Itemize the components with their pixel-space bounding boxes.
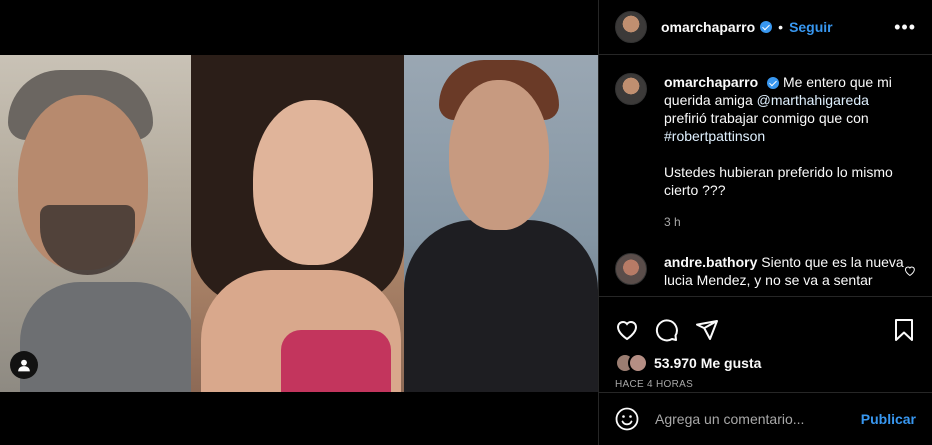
liker-avatar — [628, 353, 648, 373]
follow-button[interactable]: Seguir — [789, 19, 833, 35]
post-timestamp[interactable]: HACE 4 HORAS — [599, 379, 932, 390]
comment-input[interactable] — [655, 411, 861, 427]
likes-row[interactable]: 53.970 Me gusta — [599, 352, 932, 374]
photo-panel-3 — [404, 55, 598, 392]
commenter-avatar[interactable] — [615, 253, 647, 285]
photo-panel-2 — [191, 55, 404, 392]
comment-row: andre.bathory Siento que es la nueva luc… — [615, 253, 916, 289]
post-image[interactable] — [0, 55, 598, 392]
action-bar — [599, 297, 932, 349]
caption-text-3: Ustedes hubieran preferido lo mismo cier… — [664, 164, 893, 198]
photo-3-face — [449, 80, 549, 230]
photo-2-face — [253, 100, 373, 265]
photo-2-dress — [281, 330, 391, 392]
photo-panel-1 — [0, 55, 191, 392]
comment-icon[interactable] — [655, 318, 679, 342]
caption-username[interactable]: omarchaparro — [664, 74, 758, 90]
more-options-icon[interactable]: ••• — [894, 17, 916, 38]
author-avatar[interactable] — [615, 11, 647, 43]
caption-avatar[interactable] — [615, 73, 647, 105]
separator-dot: • — [778, 19, 784, 35]
comment-body: andre.bathory Siento que es la nueva luc… — [664, 253, 904, 289]
post-side-panel: omarchaparro • Seguir ••• omarchaparro M… — [598, 0, 932, 445]
post-media[interactable] — [0, 0, 598, 445]
caption-time[interactable]: 3 h — [664, 213, 908, 231]
author-username[interactable]: omarchaparro — [661, 19, 755, 35]
photo-3-suit — [404, 220, 598, 392]
publish-button[interactable]: Publicar — [861, 411, 916, 427]
share-icon[interactable] — [695, 318, 719, 342]
verified-badge-icon — [760, 21, 773, 33]
caption-text-2: prefirió trabajar conmigo que con — [664, 110, 869, 126]
heart-icon[interactable] — [615, 318, 639, 342]
caption-mention[interactable]: @marthahigareda — [757, 92, 869, 108]
likes-count[interactable]: 53.970 Me gusta — [654, 355, 761, 371]
bookmark-icon[interactable] — [892, 318, 916, 342]
comment-username[interactable]: andre.bathory — [664, 254, 757, 270]
caption-row: omarchaparro Me entero que mi querida am… — [615, 73, 916, 231]
photo-1-shirt — [20, 282, 191, 392]
user-tag-icon — [18, 359, 30, 372]
comments-list[interactable]: omarchaparro Me entero que mi querida am… — [599, 55, 932, 297]
caption-body: omarchaparro Me entero que mi querida am… — [664, 73, 908, 231]
verified-badge-icon — [767, 77, 780, 90]
add-comment-bar: Publicar — [599, 392, 932, 445]
comment-like-icon[interactable] — [904, 265, 916, 277]
emoji-icon[interactable] — [615, 407, 639, 431]
caption-hashtag[interactable]: #robertpattinson — [664, 128, 765, 144]
user-tag-button[interactable] — [10, 351, 38, 379]
post-header: omarchaparro • Seguir ••• — [599, 0, 932, 55]
